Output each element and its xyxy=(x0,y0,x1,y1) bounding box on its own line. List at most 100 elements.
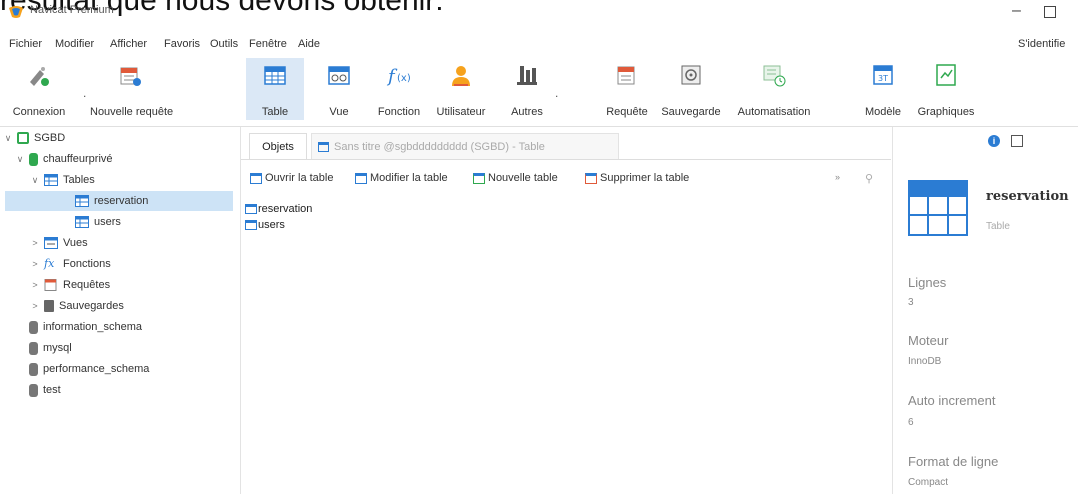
engine-value: InnoDB xyxy=(908,356,942,367)
tree-item-requetes[interactable]: > Requêtes xyxy=(30,275,110,295)
new-query-label: Nouvelle requête xyxy=(90,106,174,118)
tree-label: SGBD xyxy=(34,132,66,144)
fonction-button[interactable]: f (x) Fonction xyxy=(372,58,426,120)
title-bar xyxy=(0,0,1078,32)
function-icon: f (x) xyxy=(386,62,412,88)
maximize-button[interactable] xyxy=(1044,6,1056,18)
tree-label: users xyxy=(94,216,121,228)
menu-aide[interactable]: Aide xyxy=(298,38,320,50)
menu-modifier[interactable]: Modifier xyxy=(55,38,94,50)
table-button[interactable]: Table xyxy=(246,58,304,120)
new-table-button[interactable]: Nouvelle table xyxy=(473,172,558,184)
autres-dropdown-icon[interactable]: . xyxy=(555,86,558,100)
tree-item-reservation[interactable]: reservation xyxy=(5,191,233,211)
tree-item-performance-schema[interactable]: performance_schema xyxy=(15,359,149,379)
graphiques-button[interactable]: Graphiques xyxy=(913,58,979,120)
open-table-button[interactable]: Ouvrir la table xyxy=(250,172,333,184)
table-label: Table xyxy=(261,106,289,118)
large-table-icon xyxy=(907,179,969,237)
new-query-button[interactable]: Nouvelle requête xyxy=(90,58,174,120)
expand-chevron-icon[interactable]: ∨ xyxy=(30,175,40,186)
list-item[interactable]: users xyxy=(245,219,285,231)
menu-fichier[interactable]: Fichier xyxy=(9,38,42,50)
tree-label: Tables xyxy=(63,174,95,186)
tree-item-tables[interactable]: ∨ Tables xyxy=(30,170,95,190)
tree-item-mysql[interactable]: mysql xyxy=(15,338,72,358)
tree-label: Sauvegardes xyxy=(59,300,124,312)
delete-table-icon xyxy=(585,172,597,184)
tree-item-fonctions[interactable]: > fx Fonctions xyxy=(30,254,110,274)
new-table-icon xyxy=(473,172,485,184)
search-icon[interactable]: ⚲ xyxy=(865,172,873,185)
collapse-chevron-icon[interactable]: > xyxy=(30,301,40,311)
tree-item-sauvegardes[interactable]: > Sauvegardes xyxy=(30,296,124,316)
connexion-dropdown-icon[interactable]: . xyxy=(83,86,86,100)
tree-label: information_schema xyxy=(43,321,143,333)
vue-button[interactable]: Vue xyxy=(314,58,364,120)
tab-bar: Objets Sans titre @sgbddddddddd (SGBD) -… xyxy=(241,133,891,160)
rows-value: 3 xyxy=(908,297,914,308)
collapse-chevron-icon[interactable]: > xyxy=(30,238,40,248)
tree-item-chauffeurprive[interactable]: ∨ chauffeurprivé xyxy=(15,149,113,169)
modify-table-button[interactable]: Modifier la table xyxy=(355,172,448,184)
backup-icon xyxy=(678,62,704,88)
navicat-logo-icon xyxy=(8,5,24,19)
expand-chevron-icon[interactable]: ∨ xyxy=(15,154,25,165)
info-icon[interactable]: i xyxy=(988,135,1000,147)
tree-item-test[interactable]: test xyxy=(15,380,61,400)
menu-afficher[interactable]: Afficher xyxy=(110,38,147,50)
list-item[interactable]: reservation xyxy=(245,203,312,215)
requete-button[interactable]: Requête xyxy=(600,58,654,120)
tables-folder-icon xyxy=(44,174,58,186)
menu-favoris[interactable]: Favoris xyxy=(164,38,200,50)
engine-label: Moteur xyxy=(908,333,949,348)
automatisation-button[interactable]: Automatisation xyxy=(728,58,820,120)
tree-label: performance_schema xyxy=(43,363,150,375)
more-options-icon[interactable]: » xyxy=(835,172,840,182)
requete-label: Requête xyxy=(606,106,648,118)
table-icon xyxy=(75,216,89,228)
new-table-label: Nouvelle table xyxy=(488,172,558,184)
table-icon xyxy=(245,204,257,214)
delete-table-button[interactable]: Supprimer la table xyxy=(585,172,689,184)
modele-button[interactable]: 3T Modèle xyxy=(858,58,908,120)
tree-label: Requêtes xyxy=(63,279,111,291)
collapse-chevron-icon[interactable]: > xyxy=(30,280,40,290)
tree-label: mysql xyxy=(43,342,72,354)
menu-fenetre[interactable]: Fenêtre xyxy=(249,38,287,50)
tab-objects[interactable]: Objets xyxy=(249,133,307,159)
database-icon xyxy=(29,362,38,376)
connection-icon xyxy=(17,132,29,144)
ddl-icon[interactable] xyxy=(1011,135,1023,147)
sign-in-link[interactable]: S'identifie xyxy=(1018,38,1065,50)
menu-outils[interactable]: Outils xyxy=(210,38,238,50)
tree-item-vues[interactable]: > Vues xyxy=(30,233,88,253)
autres-button[interactable]: Autres xyxy=(502,58,552,120)
tree-label: Vues xyxy=(63,237,88,249)
others-icon xyxy=(514,62,540,88)
tree-item-users[interactable]: users xyxy=(75,212,121,232)
tab-untitled-query[interactable]: Sans titre @sgbddddddddd (SGBD) - Table xyxy=(311,133,619,159)
table-icon xyxy=(75,195,89,207)
tree-item-sgbd[interactable]: ∨ SGBD xyxy=(3,128,65,148)
tab-query-label: Sans titre @sgbddddddddd (SGBD) - Table xyxy=(334,140,545,153)
table-icon xyxy=(245,220,257,230)
tree-label: reservation xyxy=(94,195,149,207)
tree-label: chauffeurprivé xyxy=(43,153,113,165)
connexion-label: Connexion xyxy=(12,106,66,118)
connexion-button[interactable]: Connexion xyxy=(4,58,74,120)
minimize-button[interactable]: – xyxy=(1012,2,1021,20)
expand-chevron-icon[interactable]: ∨ xyxy=(3,133,13,144)
connection-tree: ∨ SGBD ∨ chauffeurprivé ∨ Tables reserva… xyxy=(0,127,241,494)
function-icon: fx xyxy=(44,257,55,270)
collapse-chevron-icon[interactable]: > xyxy=(30,259,40,269)
sauvegarde-label: Sauvegarde xyxy=(661,106,721,118)
open-table-icon xyxy=(250,172,262,184)
utilisateur-button[interactable]: Utilisateur xyxy=(428,58,494,120)
user-icon xyxy=(448,62,474,88)
utilisateur-label: Utilisateur xyxy=(436,106,486,118)
database-icon xyxy=(29,320,38,334)
graphiques-label: Graphiques xyxy=(917,106,975,118)
tree-item-information-schema[interactable]: information_schema xyxy=(15,317,142,337)
sauvegarde-button[interactable]: Sauvegarde xyxy=(656,58,726,120)
